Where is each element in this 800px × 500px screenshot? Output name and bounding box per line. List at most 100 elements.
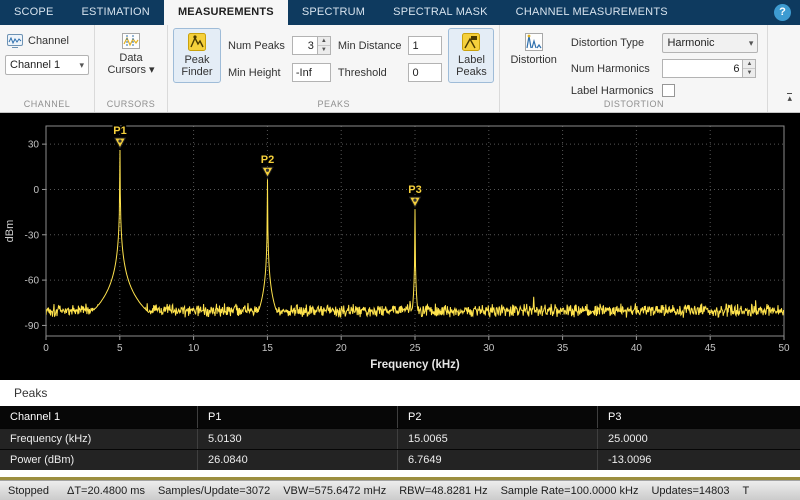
channel-label: Channel xyxy=(28,35,69,47)
min-height-label: Min Height xyxy=(228,67,285,79)
distortion-button[interactable]: Distortion xyxy=(505,28,561,71)
label-harmonics-label: Label Harmonics xyxy=(571,85,654,97)
spin-up-button[interactable]: ▲ xyxy=(743,60,755,69)
toolstrip-tab-bar: SCOPEESTIMATIONMEASUREMENTSSPECTRUMSPECT… xyxy=(0,0,800,25)
status-metric: T xyxy=(742,485,749,497)
table-cell: Power (dBm) xyxy=(0,450,197,470)
num-harmonics-label: Num Harmonics xyxy=(571,63,654,75)
distortion-group: Distortion Distortion Type Harmonic ▾ Nu… xyxy=(500,25,768,112)
collapse-ribbon-button[interactable]: ▴ xyxy=(787,93,792,102)
svg-text:P1: P1 xyxy=(113,125,126,137)
table-cell: 5.0130 xyxy=(197,429,397,449)
status-metrics: ΔT=20.4800 ms Samples/Update=3072 VBW=575.… xyxy=(67,485,762,497)
svg-text:40: 40 xyxy=(631,343,643,354)
distortion-label: Distortion xyxy=(510,54,556,66)
label-harmonics-checkbox[interactable] xyxy=(662,84,675,97)
table-gap xyxy=(0,470,800,477)
distortion-icon xyxy=(525,33,543,51)
status-metric: Sample Rate=100.0000 kHz xyxy=(501,485,639,497)
svg-text:10: 10 xyxy=(188,343,200,354)
channel-select[interactable]: Channel 1 ▾ xyxy=(5,55,89,75)
svg-text:dBm: dBm xyxy=(4,220,16,243)
tab-measurements[interactable]: MEASUREMENTS xyxy=(164,0,288,25)
table-cell: -13.0096 xyxy=(597,450,800,470)
table-cell: Frequency (kHz) xyxy=(0,429,197,449)
help-button[interactable]: ? xyxy=(774,4,791,21)
table-header-cell: P3 xyxy=(597,406,800,428)
tab-spectral-mask[interactable]: SPECTRAL MASK xyxy=(379,0,502,25)
peaks-panel-title: Peaks xyxy=(14,386,47,400)
spectrum-analyzer-window: SCOPEESTIMATIONMEASUREMENTSSPECTRUMSPECT… xyxy=(0,0,800,500)
status-metric: ΔT=20.4800 ms xyxy=(67,485,145,497)
spin-down-button[interactable]: ▼ xyxy=(318,46,330,54)
table-cell: 26.0840 xyxy=(197,450,397,470)
tab-spectrum[interactable]: SPECTRUM xyxy=(288,0,379,25)
svg-text:0: 0 xyxy=(33,185,39,196)
num-peaks-input[interactable] xyxy=(292,36,318,55)
min-distance-input[interactable] xyxy=(408,36,442,55)
data-cursors-label: Data Cursors xyxy=(107,52,146,76)
peak-finder-label: Peak Finder xyxy=(178,54,216,78)
channel-select-value: Channel 1 xyxy=(10,59,60,71)
table-cell: 6.7649 xyxy=(397,450,597,470)
spin-up-button[interactable]: ▲ xyxy=(318,37,330,46)
spectrum-plot[interactable]: 05101520253035404550300-30-60-90P1P2P3Fr… xyxy=(0,113,800,380)
peaks-panel-header: Peaks xyxy=(0,380,800,406)
status-metric: Updates=14803 xyxy=(651,485,729,497)
status-metric: Samples/Update=3072 xyxy=(158,485,270,497)
peaks-group: Peak Finder Num Peaks ▲ ▼ Min Distance M… xyxy=(168,25,500,112)
distortion-type-select[interactable]: Harmonic ▾ xyxy=(662,33,758,53)
tab-estimation[interactable]: ESTIMATION xyxy=(68,0,164,25)
svg-text:30: 30 xyxy=(28,140,40,151)
min-distance-label: Min Distance xyxy=(338,40,402,52)
status-metric: VBW=575.6472 mHz xyxy=(283,485,386,497)
peaks-section-label: PEAKS xyxy=(173,97,494,112)
peak-finder-icon xyxy=(188,33,206,51)
label-peaks-label: Label Peaks xyxy=(453,54,489,78)
threshold-input[interactable] xyxy=(408,63,442,82)
table-row: Power (dBm)26.08406.7649-13.0096 xyxy=(0,449,800,470)
table-header-row: Channel 1P1P2P3 xyxy=(0,406,800,428)
svg-text:35: 35 xyxy=(557,343,569,354)
chevron-down-icon: ▾ xyxy=(149,64,155,76)
tab-channel-measurements[interactable]: CHANNEL MEASUREMENTS xyxy=(502,0,682,25)
svg-text:30: 30 xyxy=(483,343,495,354)
chevron-down-icon: ▾ xyxy=(79,60,84,71)
svg-text:25: 25 xyxy=(409,343,421,354)
table-cell: 25.0000 xyxy=(597,429,800,449)
table-row: Frequency (kHz)5.013015.006525.0000 xyxy=(0,428,800,449)
cursors-group: Data Cursors ▾ CURSORS xyxy=(95,25,168,112)
peak-finder-button[interactable]: Peak Finder xyxy=(173,28,221,83)
status-bar: Stopped ΔT=20.4800 ms Samples/Update=3072… xyxy=(0,480,800,500)
num-harmonics-input[interactable] xyxy=(662,59,743,78)
label-peaks-button[interactable]: Label Peaks xyxy=(448,28,494,83)
svg-text:-90: -90 xyxy=(25,321,40,332)
threshold-label: Threshold xyxy=(338,67,402,79)
distortion-type-value: Harmonic xyxy=(667,37,714,49)
table-header-cell: P1 xyxy=(197,406,397,428)
spectrum-chart: 05101520253035404550300-30-60-90P1P2P3Fr… xyxy=(0,113,800,380)
spin-down-button[interactable]: ▼ xyxy=(743,69,755,77)
channel-group: Channel Channel 1 ▾ CHANNEL xyxy=(0,25,95,112)
label-peaks-icon xyxy=(462,33,480,51)
data-cursors-icon xyxy=(122,33,140,49)
num-peaks-label: Num Peaks xyxy=(228,40,285,52)
svg-text:P3: P3 xyxy=(408,184,421,196)
svg-text:5: 5 xyxy=(117,343,123,354)
svg-text:Frequency (kHz): Frequency (kHz) xyxy=(370,359,460,371)
scope-display-icon xyxy=(7,34,23,48)
channel-header: Channel xyxy=(7,34,87,48)
toolstrip-ribbon: Channel Channel 1 ▾ CHANNEL xyxy=(0,25,800,113)
cursors-section-label: CURSORS xyxy=(100,97,162,112)
tabs-container: SCOPEESTIMATIONMEASUREMENTSSPECTRUMSPECT… xyxy=(0,0,682,25)
distortion-type-label: Distortion Type xyxy=(571,37,654,49)
min-height-input[interactable] xyxy=(292,63,331,82)
distortion-fields: Distortion Type Harmonic ▾ Num Harmonics… xyxy=(571,33,759,97)
question-icon: ? xyxy=(779,6,786,18)
status-state: Stopped xyxy=(0,485,67,497)
distortion-section-label: DISTORTION xyxy=(505,97,762,112)
data-cursors-button[interactable]: Data Cursors ▾ xyxy=(100,28,162,81)
svg-text:-30: -30 xyxy=(25,230,40,241)
tab-scope[interactable]: SCOPE xyxy=(0,0,68,25)
svg-text:20: 20 xyxy=(336,343,348,354)
